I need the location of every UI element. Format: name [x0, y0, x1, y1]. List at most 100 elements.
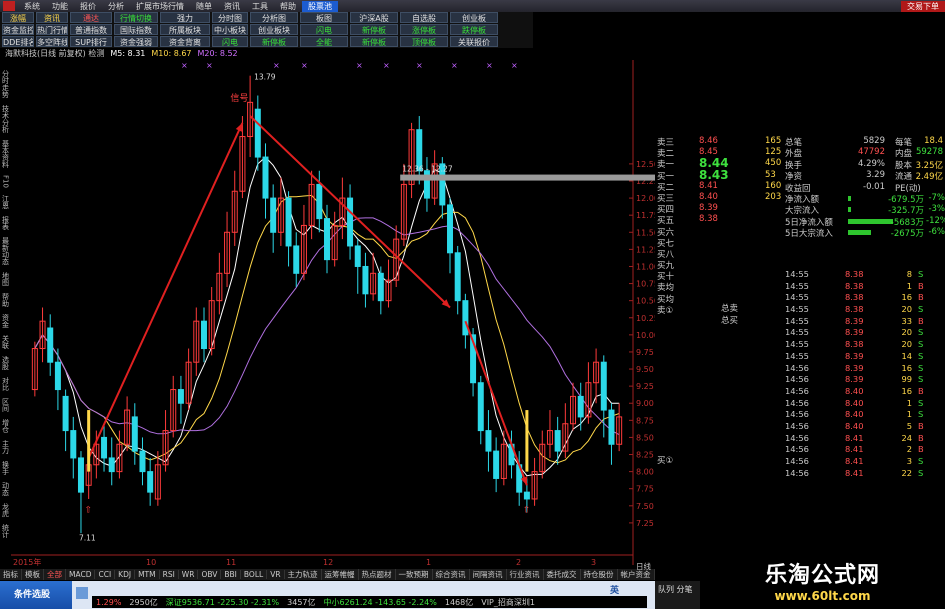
sidebar-item-0[interactable]: 分时走势 — [2, 70, 10, 98]
indicator-tab-9[interactable]: OBV — [198, 570, 222, 579]
indicator-tab-10[interactable]: BBI — [221, 570, 241, 579]
toolbar-row3-btn-5[interactable]: 闪电 — [212, 36, 248, 47]
toolbar-row1-btn-1[interactable]: 资讯 — [36, 12, 68, 23]
toolbar-row2-btn-10[interactable]: 跌停板 — [450, 24, 498, 35]
toolbar-row1-btn-5[interactable]: 分时图 — [212, 12, 248, 23]
sidebar-item-4[interactable]: 江恩 — [2, 195, 10, 209]
condition-select-button[interactable]: 条件选股 — [0, 581, 72, 609]
toolbar-row3-btn-1[interactable]: 多空阵线 — [36, 36, 68, 47]
tab-ticks[interactable]: 分笔 — [677, 585, 693, 594]
indicator-tab-5[interactable]: KDJ — [115, 570, 136, 579]
indicator-tab-bar: 指标 模板 全部 MACD CCI KDJ MTM RSI WR OBV BBI BOLL VR 主力轨迹… — [0, 569, 655, 580]
toolbar-row3-btn-9[interactable]: 顶停板 — [400, 36, 448, 47]
toolbar-row1-btn-10[interactable]: 创业板 — [450, 12, 498, 23]
sidebar-item-19[interactable]: 统计 — [2, 524, 10, 538]
sidebar-item-13[interactable]: 区间 — [2, 398, 10, 412]
period-label[interactable]: 日线 — [636, 561, 651, 572]
indicator-tab-0[interactable]: 指标 — [0, 569, 22, 580]
menu-stock-pool[interactable]: 股票池 — [302, 0, 338, 12]
indicator-tab-18[interactable]: 间隔资讯 — [470, 569, 507, 580]
sidebar-item-2[interactable]: 基本资料 — [2, 140, 10, 168]
toolbar-row2-btn-6[interactable]: 创业板块 — [250, 24, 298, 35]
toolbar-row3-btn-8[interactable]: 新停板 — [350, 36, 398, 47]
indicator-tab-4[interactable]: CCI — [95, 570, 116, 579]
indicator-tab-14[interactable]: 运筹帷幄 — [322, 569, 359, 580]
toolbar-row1-btn-0[interactable]: 涨幅 — [2, 12, 34, 23]
trade-button[interactable]: 交易下单 — [901, 0, 945, 12]
toolbar-row3-btn-2[interactable]: SUP排行 — [70, 36, 112, 47]
indicator-tab-13[interactable]: 主力轨迹 — [285, 569, 322, 580]
toolbar-row1-btn-9[interactable]: 自选股 — [400, 12, 448, 23]
sidebar-item-1[interactable]: 技术分析 — [2, 105, 10, 133]
toolbar-row2-btn-1[interactable]: 热门行情 — [36, 24, 68, 35]
toolbar-row2-btn-0[interactable]: 资金监控 — [2, 24, 34, 35]
indicator-tab-2[interactable]: 全部 — [44, 569, 66, 580]
tick-volume: 16 — [901, 385, 912, 396]
sidebar-item-16[interactable]: 换手 — [2, 461, 10, 475]
candlestick-chart[interactable]: 12.5012.2512.0011.7511.5011.2511.0010.75… — [11, 60, 655, 569]
indicator-tab-11[interactable]: BOLL — [241, 570, 268, 579]
indicator-tab-21[interactable]: 持仓股份 — [581, 569, 618, 580]
toolbar-row1-btn-6[interactable]: 分析图 — [250, 12, 298, 23]
folder-icon[interactable] — [76, 587, 88, 599]
toolbar-row3-btn-0[interactable]: DDE排名 — [2, 36, 34, 47]
indicator-tab-17[interactable]: 综合资讯 — [433, 569, 470, 580]
toolbar-row3-btn-3[interactable]: 资金强弱 — [114, 36, 158, 47]
total-buy-label: 总买 — [721, 316, 739, 326]
menu-news[interactable]: 资讯 — [218, 1, 246, 12]
toolbar-row3-btn-4[interactable]: 资金背离 — [160, 36, 210, 47]
menu-system[interactable]: 系统 — [18, 1, 46, 12]
ime-indicator[interactable]: 英 — [610, 583, 650, 596]
menu-order[interactable]: 随单 — [190, 1, 218, 12]
sidebar-item-17[interactable]: 动态 — [2, 482, 10, 496]
toolbar-row2-btn-2[interactable]: 普通指数 — [70, 24, 112, 35]
sidebar-item-7[interactable]: 地图 — [2, 272, 10, 286]
toolbar-row2-btn-9[interactable]: 涨停板 — [400, 24, 448, 35]
indicator-tab-7[interactable]: RSI — [160, 570, 179, 579]
toolbar-row3-btn-7[interactable]: 全能 — [300, 36, 348, 47]
indicator-tab-15[interactable]: 热点题材 — [359, 569, 396, 580]
toolbar-row2-btn-8[interactable]: 新停板 — [350, 24, 398, 35]
indicator-tab-19[interactable]: 行业资讯 — [507, 569, 544, 580]
indicator-tab-3[interactable]: MACD — [66, 570, 96, 579]
indicator-tab-8[interactable]: WR — [179, 570, 199, 579]
tab-queue[interactable]: 队列 — [658, 585, 674, 594]
menu-tools[interactable]: 工具 — [246, 1, 274, 12]
menu-analysis[interactable]: 分析 — [102, 1, 130, 12]
toolbar-row1-btn-4[interactable]: 强力 — [160, 12, 210, 23]
indicator-tab-1[interactable]: 模板 — [22, 569, 44, 580]
sidebar-item-18[interactable]: 龙虎 — [2, 503, 10, 517]
toolbar-row3-btn-10[interactable]: 关联报价 — [450, 36, 498, 47]
toolbar-row3-btn-6[interactable]: 新停板 — [250, 36, 298, 47]
toolbar-row1-btn-7[interactable]: 板图 — [300, 12, 348, 23]
indicator-tab-16[interactable]: 一致预期 — [396, 569, 433, 580]
flow-row: 5日大宗流入 -2675万 -6% — [760, 227, 945, 239]
y-tick-label: 10.25 — [636, 314, 655, 323]
sidebar-item-15[interactable]: 主力 — [2, 440, 10, 454]
toolbar-row1-btn-2[interactable]: 通达 — [70, 12, 112, 23]
tick-volume: 22 — [901, 467, 912, 478]
toolbar-row1-btn-8[interactable]: 沪深A股 — [350, 12, 398, 23]
sidebar-item-10[interactable]: 关联 — [2, 335, 10, 349]
menu-quote[interactable]: 报价 — [74, 1, 102, 12]
sidebar-item-12[interactable]: 对比 — [2, 377, 10, 391]
indicator-tab-6[interactable]: MTM — [135, 570, 160, 579]
menu-extended-market[interactable]: 扩展市场行情 — [130, 1, 190, 12]
sidebar-item-3[interactable]: F10 — [2, 175, 10, 188]
sidebar-item-11[interactable]: 选股 — [2, 356, 10, 370]
indicator-tab-20[interactable]: 委托成交 — [544, 569, 581, 580]
menu-function[interactable]: 功能 — [46, 1, 74, 12]
sidebar-item-6[interactable]: 最新动态 — [2, 237, 10, 265]
sidebar-item-8[interactable]: 帮助 — [2, 293, 10, 307]
toolbar-row2-btn-3[interactable]: 国际指数 — [114, 24, 158, 35]
toolbar-row1-btn-3[interactable]: 行情切换 — [114, 12, 158, 23]
toolbar-row2-btn-5[interactable]: 中小板块 — [212, 24, 248, 35]
toolbar-row2-btn-7[interactable]: 闪电 — [300, 24, 348, 35]
sidebar-item-14[interactable]: 增仓 — [2, 419, 10, 433]
toolbar-row2-btn-4[interactable]: 所属板块 — [160, 24, 210, 35]
indicator-tab-12[interactable]: VR — [267, 570, 285, 579]
sidebar-item-5[interactable]: 报表 — [2, 216, 10, 230]
sidebar-item-9[interactable]: 资金 — [2, 314, 10, 328]
menu-help[interactable]: 帮助 — [274, 1, 302, 12]
y-tick-label: 7.25 — [636, 519, 654, 528]
